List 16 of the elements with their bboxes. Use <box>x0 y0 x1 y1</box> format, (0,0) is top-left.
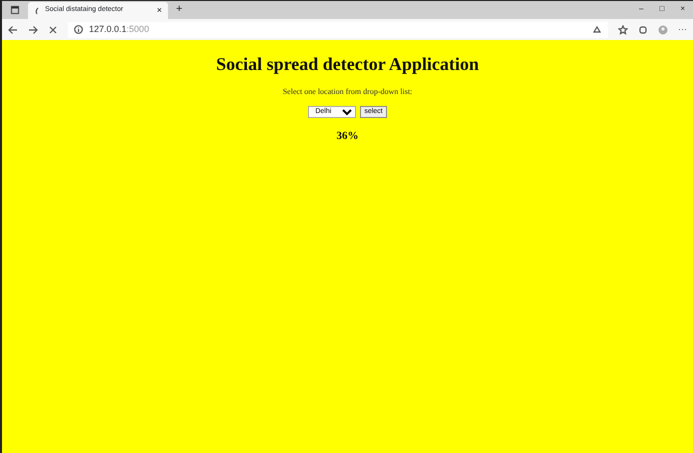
forward-icon <box>28 24 38 34</box>
result-percentage: 36% <box>336 128 358 144</box>
url-host[interactable]: 127.0.0.1 <box>89 24 127 34</box>
close-icon[interactable] <box>48 24 58 34</box>
info-icon[interactable] <box>74 25 83 34</box>
prompt-text: Select one location from drop-down list: <box>282 86 412 96</box>
tab-close-button[interactable]: × <box>156 4 162 18</box>
page-heading: Social spread detector Application <box>215 54 480 76</box>
tab-actions-icon[interactable] <box>10 5 20 15</box>
window-close-button[interactable]: × <box>680 3 685 15</box>
back-icon[interactable] <box>8 24 18 34</box>
new-tab-button[interactable]: + <box>176 4 182 15</box>
favorites-star-icon[interactable] <box>618 24 628 34</box>
more-button[interactable]: ··· <box>678 22 687 36</box>
maximize-button[interactable]: □ <box>659 3 664 15</box>
minimize-button[interactable]: – <box>639 3 644 15</box>
